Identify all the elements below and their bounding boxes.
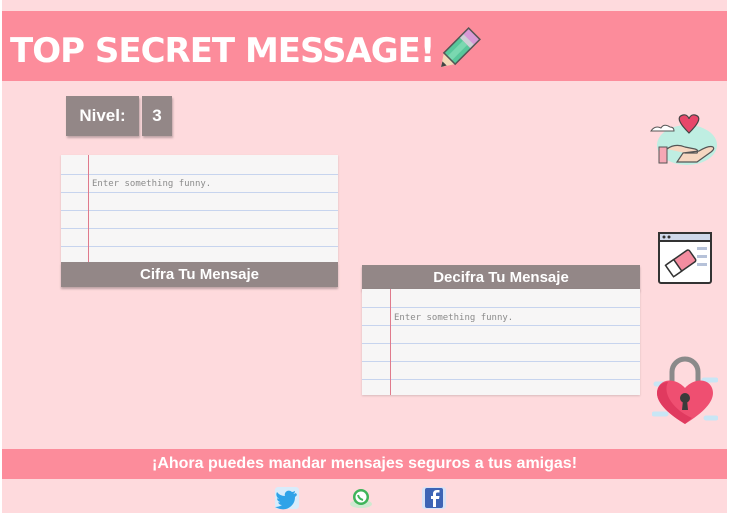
decrypt-input-placeholder: Enter something funny. xyxy=(394,313,514,323)
level-value: 3 xyxy=(142,96,172,136)
twitter-icon[interactable] xyxy=(274,486,300,510)
hand-heart-icon xyxy=(650,114,717,165)
page-title: TOP SECRET MESSAGE! xyxy=(10,31,435,71)
encrypt-button[interactable]: Cifra Tu Mensaje xyxy=(61,262,338,287)
paper-margin-line xyxy=(88,155,89,262)
decrypt-message-input[interactable]: Enter something funny. xyxy=(362,289,640,395)
whatsapp-icon[interactable] xyxy=(348,486,374,510)
paper-margin-line xyxy=(390,289,391,395)
encrypt-message-input[interactable]: Enter something funny. xyxy=(61,155,338,262)
encrypt-input-placeholder: Enter something funny. xyxy=(92,179,212,189)
facebook-icon[interactable] xyxy=(421,486,447,510)
heart-lock-icon xyxy=(652,356,718,424)
pencil-icon xyxy=(441,27,481,67)
footer-tagline: ¡Ahora puedes mandar mensajes seguros a … xyxy=(2,449,727,479)
decrypt-button[interactable]: Decifra Tu Mensaje xyxy=(362,265,640,290)
eraser-window-icon xyxy=(658,232,712,284)
level-label: Nivel: xyxy=(66,96,139,136)
